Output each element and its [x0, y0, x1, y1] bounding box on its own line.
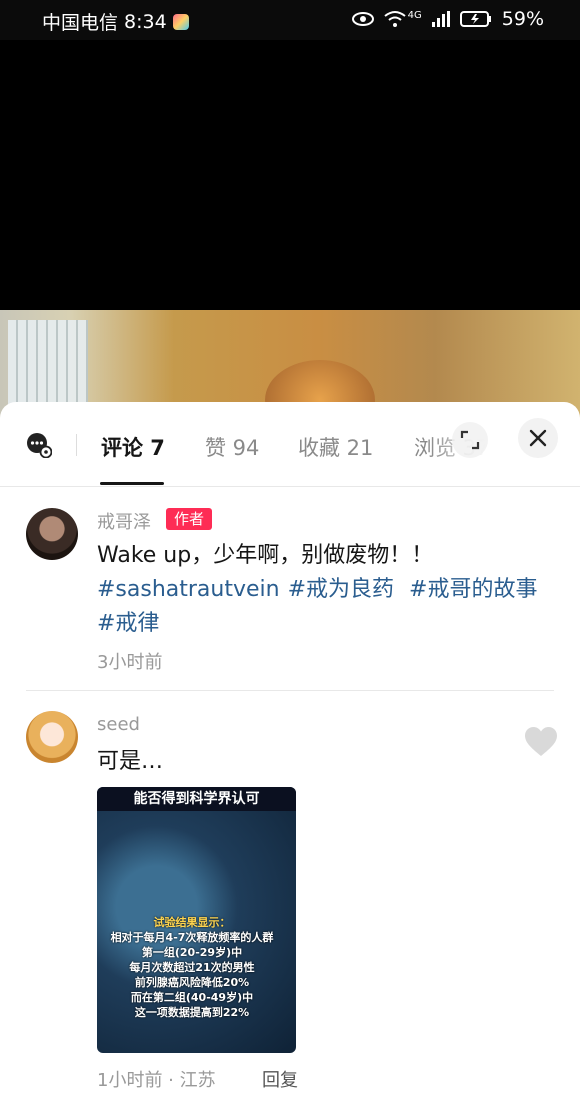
battery-level: 59% — [501, 8, 544, 30]
comment-time: 1小时前 — [97, 1070, 163, 1091]
tab-bar: 评论 7 赞 94 收藏 21 浏览 376 — [0, 402, 580, 487]
close-icon — [529, 429, 547, 447]
signal-icon — [431, 11, 450, 27]
wifi-icon — [384, 11, 406, 27]
hashtag-link[interactable]: #戒哥的故事 — [409, 577, 537, 602]
avatar[interactable] — [26, 711, 78, 763]
clock: 8:34 — [124, 10, 167, 33]
heart-icon[interactable] — [524, 726, 558, 758]
expand-icon[interactable] — [452, 422, 488, 458]
comment-text: Wake up，少年啊，别做废物！！ — [97, 543, 434, 568]
status-right: 4G 59% — [351, 8, 544, 30]
app-notification-icon — [172, 13, 189, 30]
battery-icon — [459, 11, 491, 27]
tab-comments[interactable]: 评论 7 — [101, 432, 165, 462]
hashtag-link[interactable]: #戒律 — [97, 611, 159, 636]
chat-settings-icon[interactable] — [26, 432, 52, 458]
image-caption: 试验结果显示： 相对于每月4-7次释放频率的人群 第一组(20-29岁)中 每月… — [110, 916, 274, 1019]
network-type: 4G — [407, 9, 422, 21]
tab-favorites[interactable]: 收藏 21 — [298, 432, 373, 462]
active-tab-indicator — [100, 482, 164, 485]
avatar[interactable] — [26, 508, 78, 560]
eye-icon — [351, 12, 374, 26]
close-button[interactable] — [518, 418, 558, 458]
comment-username[interactable]: 戒哥泽 — [97, 508, 151, 534]
comment-time: 3小时前 — [97, 652, 163, 673]
carrier-name: 中国电信 — [42, 12, 119, 34]
video-player[interactable] — [0, 40, 580, 420]
author-badge: 作者 — [166, 508, 212, 530]
tab-divider — [76, 434, 77, 456]
tab-likes[interactable]: 赞 94 — [205, 432, 259, 462]
comment-username[interactable]: seed — [97, 714, 140, 735]
comment-image[interactable]: 能否得到科学界认可 试验结果显示： 相对于每月4-7次释放频率的人群 第一组(2… — [97, 787, 296, 1053]
comment-text: 可是… — [97, 749, 164, 774]
status-left: 中国电信 8:34 — [42, 8, 189, 35]
comment-separator — [26, 690, 554, 691]
hashtag-list: #sashatrautvein #戒为良药 #戒哥的故事 #戒律 — [97, 573, 557, 641]
reply-button[interactable]: 回复 — [262, 1066, 298, 1092]
comment-sheet: 评论 7 赞 94 收藏 21 浏览 376 戒哥泽 作者 Wake up，少年… — [0, 402, 580, 1110]
hashtag-link[interactable]: #戒为良药 — [288, 577, 394, 602]
image-title: 能否得到科学界认可 — [97, 787, 296, 811]
hashtag-link[interactable]: #sashatrautvein — [97, 577, 280, 602]
comment-location: 江苏 — [179, 1070, 216, 1091]
status-bar: 中国电信 8:34 4G 59% — [0, 0, 580, 40]
comment-meta: 1小时前 · 江苏 — [97, 1070, 216, 1091]
